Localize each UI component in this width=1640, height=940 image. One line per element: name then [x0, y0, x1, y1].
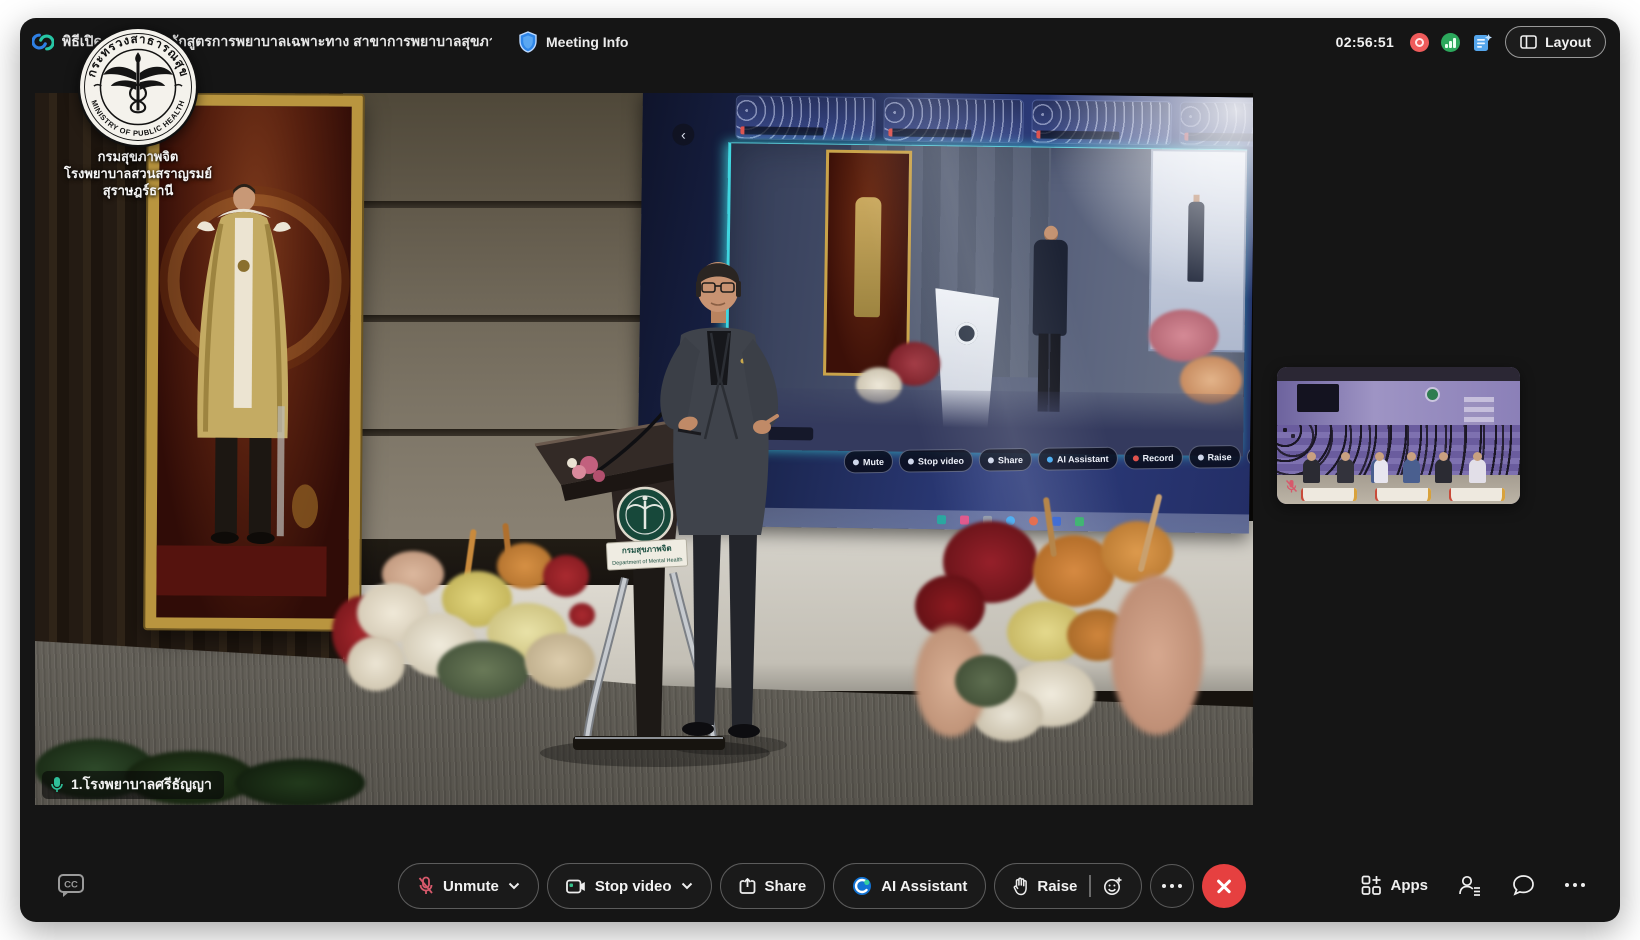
more-icon: [1162, 884, 1182, 888]
flower-blob: [569, 603, 595, 627]
chevron-down-icon: [681, 882, 693, 890]
flower-blob: [955, 655, 1017, 707]
flower-blob: [437, 641, 529, 699]
meeting-info-button[interactable]: Meeting Info: [518, 31, 628, 53]
projected-reactions-button: [1246, 446, 1253, 466]
leave-meeting-button[interactable]: [1202, 864, 1246, 908]
projected-filmstrip-tile: [736, 96, 875, 140]
meeting-info-label: Meeting Info: [546, 34, 628, 50]
projected-speaker-body: [1033, 239, 1068, 335]
royal-portrait-figure: [156, 105, 329, 596]
raise-hand-icon: [1013, 877, 1028, 896]
meeting-timer: 02:56:51: [1336, 34, 1394, 50]
pip-thumbnail-video[interactable]: [1277, 367, 1520, 504]
thumbnail-table: [1375, 488, 1431, 501]
projected-filmstrip: [736, 96, 1253, 146]
raise-hand-button[interactable]: Raise: [994, 863, 1142, 909]
active-speaker-label: 1.โรงพยาบาลศรีธัญญา: [42, 771, 224, 799]
chat-icon: [1512, 874, 1535, 896]
stop-video-label: Stop video: [595, 878, 672, 895]
stop-video-button[interactable]: Stop video: [547, 863, 712, 909]
unmute-label: Unmute: [443, 878, 499, 895]
overflow-menu-button[interactable]: [1565, 883, 1585, 887]
projected-flowers: [1148, 309, 1219, 362]
apps-icon: [1361, 875, 1382, 896]
more-options-button[interactable]: [1150, 864, 1194, 908]
share-label: Share: [765, 878, 807, 895]
meeting-control-bar: CC Unmute Stop video: [20, 863, 1620, 907]
thumbnail-wall-logo: [1427, 389, 1438, 400]
projected-filmstrip-tile: [1032, 100, 1171, 144]
meeting-top-bar: พิธีเปิดการอบรมหลักสูตรการพยาบาลเฉพาะทาง…: [20, 18, 1620, 66]
control-bar-center: Unmute Stop video Share: [398, 863, 1246, 909]
audience-person: [1337, 459, 1354, 483]
unmute-button[interactable]: Unmute: [398, 863, 539, 909]
audience-person: [1303, 459, 1320, 483]
thumbnail-table: [1301, 488, 1357, 501]
participants-button[interactable]: [1458, 874, 1482, 896]
layout-label: Layout: [1545, 34, 1591, 50]
projected-chevron-left-icon: ‹: [672, 123, 694, 145]
projected-ai-assistant-button: AI Assistant: [1038, 447, 1118, 471]
layout-button[interactable]: Layout: [1505, 26, 1606, 58]
audience-person: [1435, 459, 1452, 483]
podium-sign: กรมสุขภาพจิต Department of Mental Health: [606, 539, 687, 570]
main-stage-video: ‹ Mute Stop video Share AI Assistant R: [35, 93, 1253, 805]
flower-blob: [347, 636, 405, 691]
active-speaker-name: 1.โรงพยาบาลศรีธัญญา: [71, 774, 212, 796]
webex-logo-icon: [32, 31, 54, 53]
pill-divider: [1089, 875, 1091, 897]
top-bar-right: 02:56:51 Layout: [1336, 18, 1606, 66]
projected-speaker: [1019, 225, 1082, 416]
flower-arrangement-right: [915, 513, 1205, 771]
chat-button[interactable]: [1512, 874, 1535, 896]
cc-icon: CC: [56, 871, 86, 899]
mic-muted-icon: [417, 876, 434, 896]
projected-raise-button: Raise: [1188, 445, 1240, 469]
audience-person: [1469, 459, 1486, 483]
flower-blob: [543, 555, 589, 597]
notes-icon[interactable]: [1472, 32, 1493, 53]
projected-share-button: Share: [979, 448, 1032, 472]
meeting-title: พิธีเปิดการอบรมหลักสูตรการพยาบาลเฉพาะทาง…: [62, 31, 492, 53]
thumbnail-ceiling: [1277, 367, 1520, 381]
layout-icon: [1520, 35, 1537, 49]
chevron-down-icon: [508, 882, 520, 890]
cc-text: CC: [64, 880, 78, 891]
muted-mic-icon: [1285, 479, 1298, 494]
control-bar-right: Apps: [1361, 863, 1586, 907]
shield-icon: [518, 31, 538, 53]
thumbnail-table: [1449, 488, 1505, 501]
audience-person: [1371, 459, 1388, 483]
flower-arrangement-left: [347, 541, 602, 721]
raise-hand-label: Raise: [1037, 878, 1077, 895]
participants-icon: [1458, 874, 1482, 896]
ai-assistant-icon: [852, 876, 872, 896]
royal-portrait: [145, 94, 363, 629]
flower-blob: [1111, 575, 1203, 735]
camera-icon: [566, 879, 586, 894]
flower-blob: [525, 633, 595, 689]
projected-record-button: Record: [1123, 446, 1182, 470]
projected-filmstrip-tile: [884, 98, 1023, 142]
ai-assistant-button[interactable]: AI Assistant: [833, 863, 986, 909]
apps-label: Apps: [1391, 877, 1429, 894]
recording-indicator-icon[interactable]: [1410, 33, 1429, 52]
connection-quality-icon[interactable]: [1441, 33, 1460, 52]
share-icon: [739, 878, 756, 895]
audience-person: [1403, 459, 1420, 483]
plant-blob: [235, 759, 365, 805]
overflow-icon: [1565, 883, 1585, 887]
reactions-icon[interactable]: [1103, 876, 1123, 896]
speaker-mic-icon: [50, 776, 64, 794]
closed-captions-button[interactable]: CC: [56, 871, 86, 899]
thumbnail-screen: [1297, 384, 1339, 412]
ai-assistant-label: AI Assistant: [881, 878, 967, 895]
flower-blob: [1101, 521, 1173, 583]
webex-meeting-window: พิธีเปิดการอบรมหลักสูตรการพยาบาลเฉพาะทาง…: [20, 18, 1620, 922]
share-button[interactable]: Share: [720, 863, 826, 909]
projected-stop-video-button: Stop video: [899, 449, 973, 473]
projected-filmstrip-tile: [1180, 103, 1253, 147]
apps-button[interactable]: Apps: [1361, 875, 1429, 896]
